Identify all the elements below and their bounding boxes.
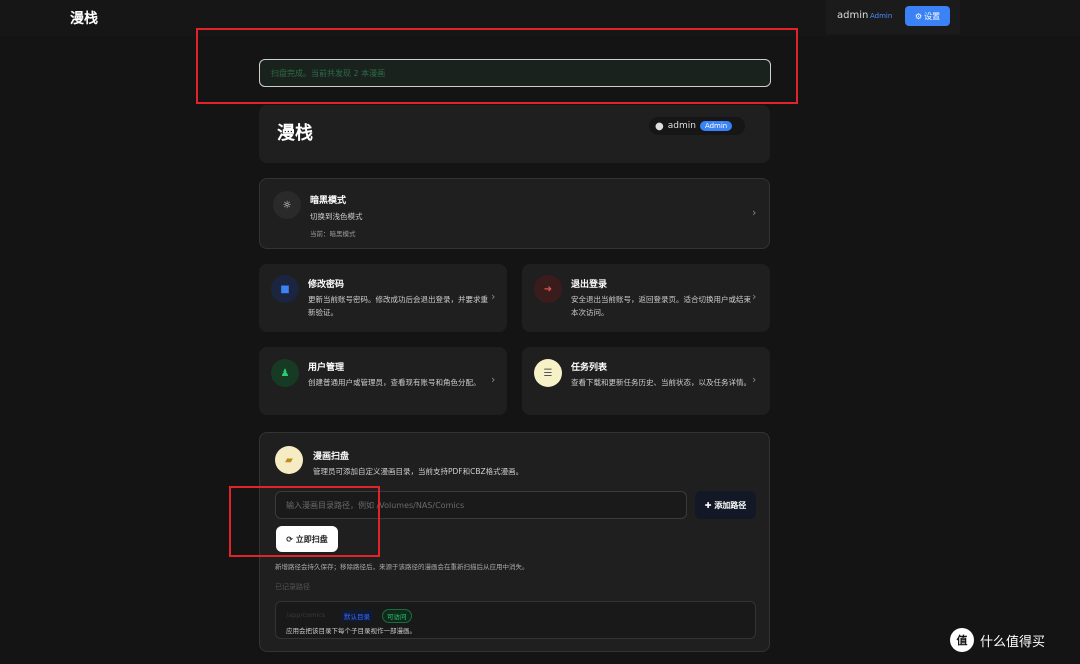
chevron-right-icon: › xyxy=(491,290,496,303)
user-management-desc: 创建普通用户或管理员，查看现有账号和角色分配。 xyxy=(308,378,481,387)
chevron-right-icon: › xyxy=(752,290,757,303)
user-role: Admin xyxy=(870,12,893,20)
saved-path-name: /app/comics xyxy=(286,611,326,619)
users-icon: ♟ xyxy=(271,359,299,387)
logout-card[interactable]: ➜ 退出登录 安全退出当前账号，返回登录页。适合切换用户或结束本次访问。 › xyxy=(522,264,770,332)
scan-title: 漫画扫盘 xyxy=(313,452,350,462)
add-path-label: 添加路径 xyxy=(714,500,747,510)
user-management-title: 用户管理 xyxy=(308,363,345,373)
admin-badge: Admin xyxy=(699,121,733,131)
task-list-desc: 查看下载和更新任务历史、当前状态，以及任务详情。 xyxy=(571,378,751,387)
list-icon: ☰ xyxy=(534,359,562,387)
user-circle-icon: ● xyxy=(655,120,664,132)
header-user-chip[interactable]: ● admin Admin xyxy=(649,117,745,135)
dark-mode-desc: 切换到浅色模式 xyxy=(310,212,363,221)
sun-icon: ☼ xyxy=(273,191,301,219)
user-name: admin xyxy=(837,10,869,21)
refresh-icon: ⟳ xyxy=(286,534,293,544)
saved-path-item[interactable]: /app/comics 默认目录 可访问 应用会把该目录下每个子目录视作一部漫画… xyxy=(275,601,756,639)
gear-icon: ⚙ xyxy=(914,11,923,21)
page-title: 漫栈 xyxy=(277,123,313,144)
dark-mode-current: 当前：暗黑模式 xyxy=(310,230,356,238)
settings-label: 设置 xyxy=(924,11,941,21)
plus-icon: ✚ xyxy=(704,500,712,510)
dark-mode-card[interactable]: ☼ 暗黑模式 切换到浅色模式 当前：暗黑模式 › xyxy=(259,178,770,249)
watermark-text: 什么值得买 xyxy=(980,634,1046,650)
scan-toast: 扫盘完成。当前共发现 2 本漫画 xyxy=(259,59,771,87)
scan-now-button[interactable]: ⟳ 立即扫盘 xyxy=(276,526,338,552)
scan-note: 新增路径会持久保存；移除路径后，来源于该路径的漫画会在重新扫描后从应用中消失。 xyxy=(275,563,529,571)
logout-icon: ➜ xyxy=(534,275,562,303)
accessible-tag: 可访问 xyxy=(382,609,412,623)
change-password-title: 修改密码 xyxy=(308,280,345,290)
settings-button[interactable]: ⚙ 设置 xyxy=(905,6,950,26)
comic-scan-card: ▰ 漫画扫盘 管理员可添加自定义漫画目录，当前支持PDF和CBZ格式漫画。 ✚ … xyxy=(259,432,770,652)
app-title[interactable]: 漫栈 xyxy=(70,8,98,28)
task-list-title: 任务列表 xyxy=(571,363,608,373)
lock-icon: ■ xyxy=(271,275,299,303)
chevron-right-icon: › xyxy=(752,373,757,386)
change-password-card[interactable]: ■ 修改密码 更新当前账号密码。修改成功后会退出登录，并要求重新验证。 › xyxy=(259,264,507,332)
saved-path-desc: 应用会把该目录下每个子目录视作一部漫画。 xyxy=(286,627,416,635)
site-watermark: 值 什么值得买 xyxy=(950,628,1045,652)
top-bar: 漫栈 admin Admin ⚙ 设置 xyxy=(0,0,1080,36)
change-password-desc: 更新当前账号密码。修改成功后会退出登录，并要求重新验证。 xyxy=(308,295,488,317)
add-path-button[interactable]: ✚ 添加路径 xyxy=(695,491,756,519)
folder-icon: ▰ xyxy=(275,446,303,474)
logout-title: 退出登录 xyxy=(571,280,608,290)
saved-paths-label: 已记录路径 xyxy=(275,583,310,591)
scan-now-label: 立即扫盘 xyxy=(295,534,328,544)
chevron-right-icon: › xyxy=(491,373,496,386)
scan-desc: 管理员可添加自定义漫画目录，当前支持PDF和CBZ格式漫画。 xyxy=(313,467,524,476)
task-list-card[interactable]: ☰ 任务列表 查看下载和更新任务历史、当前状态，以及任务详情。 › xyxy=(522,347,770,415)
chevron-right-icon: › xyxy=(752,206,757,219)
header-card: 漫栈 ● admin Admin xyxy=(259,105,770,163)
dark-mode-title: 暗黑模式 xyxy=(310,196,347,206)
logout-desc: 安全退出当前账号，返回登录页。适合切换用户或结束本次访问。 xyxy=(571,295,751,317)
user-management-card[interactable]: ♟ 用户管理 创建普通用户或管理员，查看现有账号和角色分配。 › xyxy=(259,347,507,415)
watermark-logo: 值 xyxy=(950,628,974,652)
default-dir-tag: 默认目录 xyxy=(341,610,373,622)
path-input[interactable] xyxy=(275,491,687,519)
user-area: admin Admin ⚙ 设置 xyxy=(826,0,960,34)
header-user-name: admin xyxy=(667,121,696,131)
